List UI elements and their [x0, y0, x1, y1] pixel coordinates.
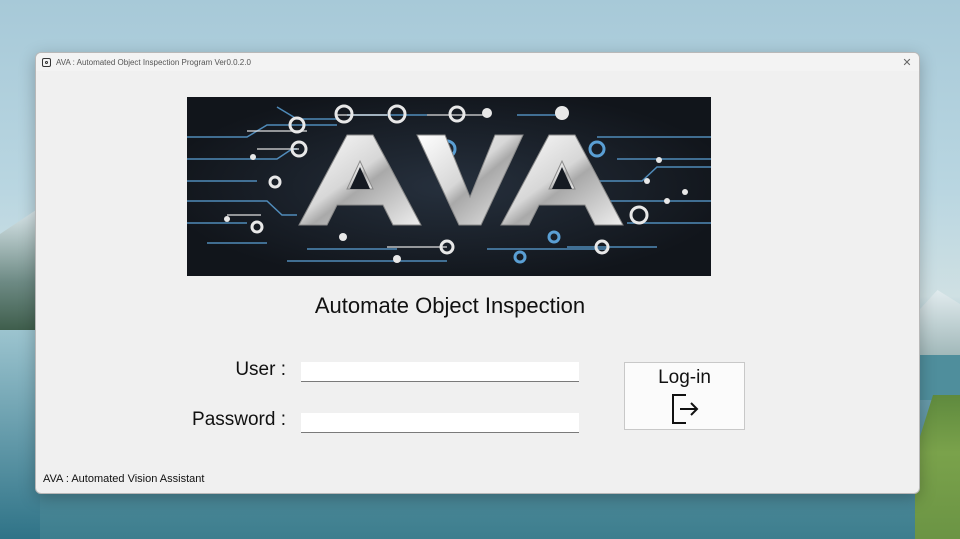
footer-status-text: AVA : Automated Vision Assistant — [43, 473, 205, 485]
password-input[interactable] — [301, 413, 579, 433]
ava-banner-image — [187, 97, 711, 276]
close-button[interactable]: ✕ — [897, 53, 917, 71]
password-label: Password : — [192, 409, 286, 430]
desktop-grass-right — [915, 395, 960, 539]
login-button[interactable]: Log-in — [624, 362, 745, 430]
app-subtitle: Automate Object Inspection — [314, 293, 586, 318]
logout-icon — [671, 394, 698, 424]
user-input[interactable] — [301, 362, 579, 382]
title-bar[interactable]: AVA : Automated Object Inspection Progra… — [36, 53, 919, 71]
login-button-label: Log-in — [658, 367, 711, 388]
user-label: User : — [235, 359, 286, 380]
desktop-water-right — [915, 355, 960, 400]
camera-icon — [42, 57, 51, 67]
desktop-scenery-right — [915, 290, 960, 360]
window-title: AVA : Automated Object Inspection Progra… — [56, 57, 251, 67]
circuit-logo-graphic — [187, 97, 711, 276]
app-window: AVA : Automated Object Inspection Progra… — [35, 52, 920, 494]
desktop-water-left — [0, 330, 40, 539]
